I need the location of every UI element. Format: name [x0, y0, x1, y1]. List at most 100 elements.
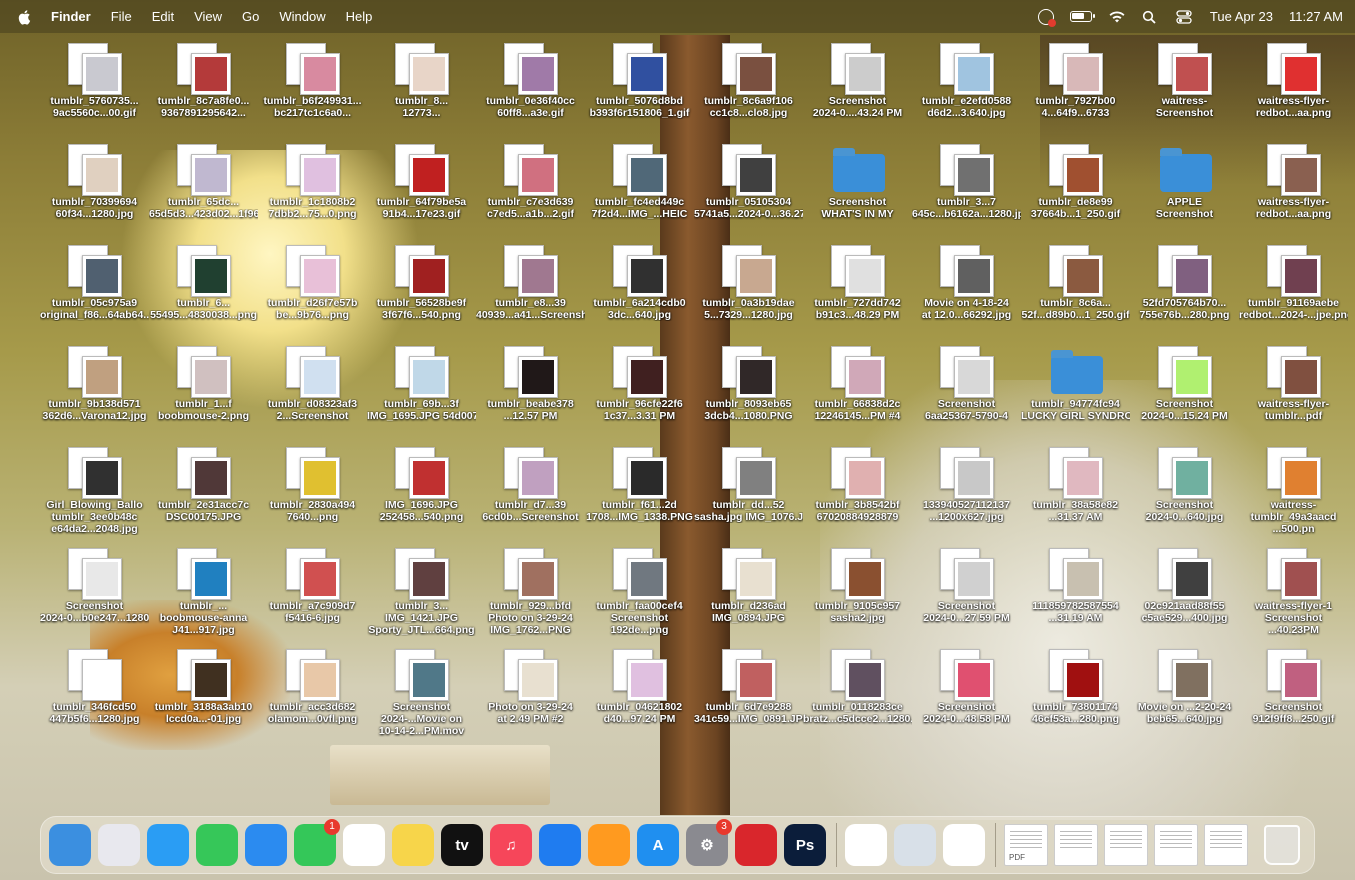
- apple-menu-icon[interactable]: [17, 9, 33, 25]
- desktop-file[interactable]: tumblr_69b...3fIMG_1695.JPG 54d007...128…: [367, 343, 476, 444]
- desktop-file[interactable]: tumblr_6... 55495...4830038...png: [149, 242, 258, 343]
- desktop-file[interactable]: tumblr_acc3d682 olamom...0vfl.png: [258, 646, 367, 747]
- desktop-file[interactable]: tumblr_2e31acc7c DSC00175.JPG: [149, 444, 258, 545]
- desktop-file[interactable]: tumblr_e8...3940939...a41...Screenshot: [476, 242, 585, 343]
- desktop-file[interactable]: tumblr_66838d2c 12246145...PM #4: [803, 343, 912, 444]
- desktop-file[interactable]: 111859782587554 ...31.19 AM: [1021, 545, 1130, 646]
- desktop-file[interactable]: tumblr_dd...52sasha.jpg IMG_1076.JPG: [694, 444, 803, 545]
- menubar-date[interactable]: Tue Apr 23: [1210, 9, 1273, 24]
- desktop-file[interactable]: IMG_1696.JPG 252458...540.png: [367, 444, 476, 545]
- dock-launchpad-icon[interactable]: [98, 824, 140, 866]
- desktop-file[interactable]: tumblr_... boobmouse-anna J41...917.jpg: [149, 545, 258, 646]
- desktop-file[interactable]: tumblr_56528be9f 3f67f6...540.png: [367, 242, 476, 343]
- desktop-file[interactable]: 02c921aad88f55 c5ae529...400.jpg: [1130, 545, 1239, 646]
- menubar-time[interactable]: 11:27 AM: [1289, 9, 1343, 24]
- desktop-file[interactable]: Photo on 3-29-24 at 2.49 PM #2: [476, 646, 585, 747]
- dock-music-icon[interactable]: ♫: [490, 824, 532, 866]
- menu-edit[interactable]: Edit: [152, 9, 174, 24]
- desktop-file[interactable]: tumblr_7927b00 4...64f9...6733: [1021, 40, 1130, 141]
- desktop-file[interactable]: Screenshot 2024-0...640.jpg: [1130, 444, 1239, 545]
- dock-tv-icon[interactable]: tv: [441, 824, 483, 866]
- desktop-file[interactable]: Screenshot 912f9ff8...250.gif: [1239, 646, 1348, 747]
- desktop-file[interactable]: tumblr_04621802 d40...97.24 PM: [585, 646, 694, 747]
- desktop-file[interactable]: tumblr_8c6a... 52f...d89b0...1_250.gif: [1021, 242, 1130, 343]
- desktop-file[interactable]: tumblr_65dc...65d5d3...423d02...1f96c.gi…: [149, 141, 258, 242]
- dock-photo-booth-icon[interactable]: [735, 824, 777, 866]
- desktop-file[interactable]: tumblr_0118283cebratz...c5dcce2...1280.j…: [803, 646, 912, 747]
- dock-recent-document[interactable]: [1204, 824, 1248, 866]
- desktop-file[interactable]: tumblr_e2efd0588 d6d2...3.640.jpg: [912, 40, 1021, 141]
- menu-window[interactable]: Window: [279, 9, 325, 24]
- desktop-file[interactable]: tumblr_8c6a9f106 cc1c8...clo8.jpg: [694, 40, 803, 141]
- desktop-file[interactable]: tumblr_9105c957 sasha2.jpg: [803, 545, 912, 646]
- dock-notes-icon[interactable]: [392, 824, 434, 866]
- desktop-file[interactable]: Girl_Blowing_Ballo tumblr_3ee0b48c e64da2.…: [40, 444, 149, 545]
- dock-pages-icon[interactable]: [588, 824, 630, 866]
- menu-finder[interactable]: Finder: [51, 9, 91, 24]
- desktop-file[interactable]: tumblr_3b8542bf 67020884928879: [803, 444, 912, 545]
- battery-icon[interactable]: [1069, 11, 1095, 22]
- desktop-file[interactable]: Screenshot 2024-0....43.24 PM: [803, 40, 912, 141]
- dock-messages-icon[interactable]: [196, 824, 238, 866]
- desktop-folder[interactable]: tumblr_94774fc94LUCKY GIRL SYNDROME: [1021, 343, 1130, 444]
- dock-app-store-icon[interactable]: A: [637, 824, 679, 866]
- desktop-file[interactable]: tumblr_b6f249931... bc217tc1c6a0...: [258, 40, 367, 141]
- desktop-file[interactable]: Movie on 4-18-24 at 12.0...66292.jpg: [912, 242, 1021, 343]
- desktop-file[interactable]: tumblr_c7e3d639 c7ed5...a1b...2.gif: [476, 141, 585, 242]
- control-center-icon[interactable]: [1176, 9, 1194, 24]
- desktop-file[interactable]: tumblr_a7c909d7 f5416-6.jpg: [258, 545, 367, 646]
- desktop-file[interactable]: Screenshot2024-0...b0e247...1280.jpg: [40, 545, 149, 646]
- desktop-file[interactable]: waitress-tumblr_49a3aacd ...500.pn: [1239, 444, 1348, 545]
- desktop-file[interactable]: Screenshot 6aa25367-5790-4: [912, 343, 1021, 444]
- desktop-file[interactable]: tumblr_929...bfd Photo on 3-29-24 IMG_1762…: [476, 545, 585, 646]
- dock-keynote-icon[interactable]: [539, 824, 581, 866]
- desktop-file[interactable]: tumblr_91169aebe redbot...2024-...jpe.png: [1239, 242, 1348, 343]
- desktop-file[interactable]: tumblr_0e36f40cc 60ff8...a3e.gif: [476, 40, 585, 141]
- desktop-file[interactable]: waitress-flyer-1 Screenshot ...40.23PM: [1239, 545, 1348, 646]
- desktop-file[interactable]: tumblr_3... IMG_1421.JPG Sporty_JTL...664.…: [367, 545, 476, 646]
- desktop-file[interactable]: tumblr_3188a3ab10 lccd0a...-01.jpg: [149, 646, 258, 747]
- desktop-file[interactable]: tumblr_d7...39 6cd0b...Screenshot: [476, 444, 585, 545]
- desktop-file[interactable]: waitress-flyer-redbot...aa.png: [1239, 40, 1348, 141]
- desktop-file[interactable]: tumblr_2830a494 7640...png: [258, 444, 367, 545]
- desktop-file[interactable]: Movie on ...2-20-24 beb65...640.jpg: [1130, 646, 1239, 747]
- desktop-file[interactable]: tumblr_fc4ed449c 7f2d4...IMG_...HEIC: [585, 141, 694, 242]
- desktop-file[interactable]: tumblr_f61...2d 1708...IMG_1338.PNG: [585, 444, 694, 545]
- desktop-file[interactable]: Screenshot 2024-0...48.58 PM: [912, 646, 1021, 747]
- dock-recent-document[interactable]: [1154, 824, 1198, 866]
- dock-recent-document[interactable]: PDF: [1004, 824, 1048, 866]
- menu-file[interactable]: File: [111, 9, 132, 24]
- desktop-file[interactable]: tumblr_1c1808b2 7dbb2...75...0.png: [258, 141, 367, 242]
- desktop-file[interactable]: tumblr_73801174 46cf53a...280.png: [1021, 646, 1130, 747]
- desktop-file[interactable]: tumblr_05c975a9original_f86...64ab64...a…: [40, 242, 149, 343]
- desktop-file[interactable]: tumblr_8c7a8fe0... 9367891295642...: [149, 40, 258, 141]
- dock-photoshop-icon[interactable]: Ps: [784, 824, 826, 866]
- desktop-file[interactable]: tumblr_051053045741a5...2024-0...36.27 P…: [694, 141, 803, 242]
- screen-recording-icon[interactable]: [1037, 8, 1056, 27]
- desktop-file[interactable]: waitress-flyer-redbot...aa.png: [1239, 141, 1348, 242]
- desktop-file[interactable]: Screenshot 2024-0...15.24 PM: [1130, 343, 1239, 444]
- dock-reminders-icon[interactable]: [343, 824, 385, 866]
- desktop-file[interactable]: tumblr_3...7 645c...b6162a...1280.jpg: [912, 141, 1021, 242]
- desktop-file[interactable]: tumblr_de8e99 37664b...1_250.gif: [1021, 141, 1130, 242]
- desktop-file[interactable]: Screenshot 2024-...Movie on 10-14-2...PM.m…: [367, 646, 476, 747]
- desktop-folder[interactable]: Screenshot WHAT'S IN MY: [803, 141, 912, 242]
- desktop-file[interactable]: 133940527112137 ...1200x627.jpg: [912, 444, 1021, 545]
- desktop-file[interactable]: tumblr_beabe378 ...12.57 PM: [476, 343, 585, 444]
- trash-icon[interactable]: [1264, 825, 1300, 865]
- desktop-file[interactable]: tumblr_9b138d571 362d6...Varona12.jpg: [40, 343, 149, 444]
- desktop-file[interactable]: Screenshot 2024-0...27.59 PM: [912, 545, 1021, 646]
- desktop-file[interactable]: waitress- Screenshot: [1130, 40, 1239, 141]
- dock-chrome-icon[interactable]: [845, 824, 887, 866]
- desktop-folder[interactable]: APPLE Screenshot: [1130, 141, 1239, 242]
- dock-facetime-icon[interactable]: 1: [294, 819, 340, 866]
- desktop-file[interactable]: tumblr_5760735... 9ac5560c...00.gif: [40, 40, 149, 141]
- menu-go[interactable]: Go: [242, 9, 259, 24]
- dock-recent-document[interactable]: [1054, 824, 1098, 866]
- dock-safari-icon[interactable]: [147, 824, 189, 866]
- dock-news-icon[interactable]: [943, 824, 985, 866]
- desktop-file[interactable]: tumblr_6a214cdb0 3dc...640.jpg: [585, 242, 694, 343]
- desktop-file[interactable]: tumblr_727dd742 b91c3...48.29 PM: [803, 242, 912, 343]
- desktop-file[interactable]: tumblr_8... 12773...: [367, 40, 476, 141]
- menu-view[interactable]: View: [194, 9, 222, 24]
